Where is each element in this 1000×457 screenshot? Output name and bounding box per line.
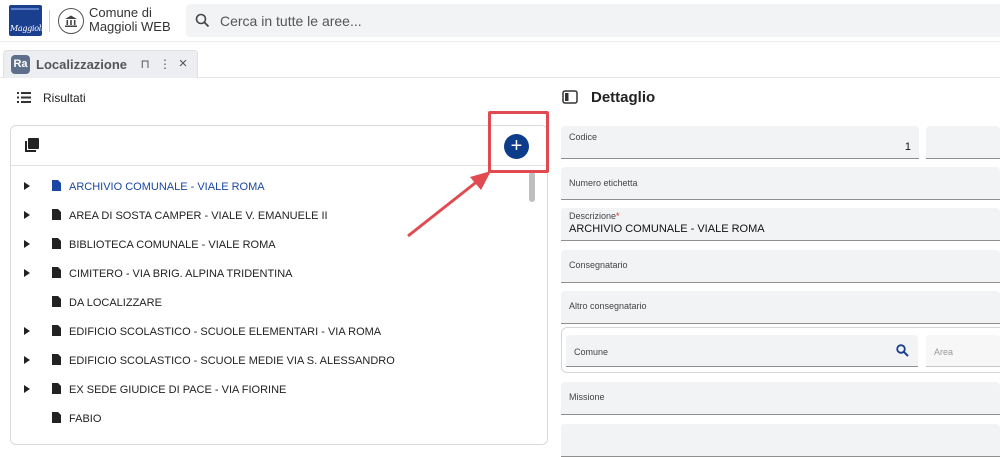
results-toolbar: + [11, 126, 547, 166]
tree-item[interactable]: DA LOCALIZZARE [11, 288, 531, 317]
tree-item[interactable]: EX SEDE GIUDICE DI PACE - VIA FIORINE [11, 375, 531, 404]
tree-item[interactable]: EDIFICIO SCOLASTICO - SCUOLE MEDIE VIA S… [11, 346, 531, 375]
tree-item-label: CIMITERO - VIA BRIG. ALPINA TRIDENTINA [69, 268, 293, 280]
codice-field[interactable]: Codice 1 [561, 126, 919, 159]
descrizione-value: ARCHIVIO COMUNALE - VIALE ROMA [569, 223, 765, 235]
side-panel-icon[interactable] [562, 90, 578, 104]
tab-app-badge: Ra [11, 55, 30, 74]
detail-title: Dettaglio [591, 89, 656, 106]
tree-item-label: FABIO [69, 413, 102, 425]
tree-item[interactable]: FABIO [11, 404, 531, 433]
altro-consegnatario-field[interactable]: Altro consegnatario [561, 291, 1000, 324]
codice-extra-field[interactable] [926, 126, 1000, 159]
comune-label: Comune [574, 347, 609, 357]
tree-item-label: EX SEDE GIUDICE DI PACE - VIA FIORINE [69, 384, 287, 396]
results-header: Risultati [0, 80, 550, 116]
detail-header: Dettaglio [556, 80, 1000, 116]
altro-consegnatario-label: Altro consegnatario [569, 301, 647, 311]
codice-label: Codice [569, 132, 598, 142]
global-search [186, 4, 1000, 37]
tree-item[interactable]: ARCHIVIO COMUNALE - VIALE ROMA [11, 172, 531, 201]
area-field[interactable]: Area [926, 335, 1000, 367]
numero-etichetta-label: Numero etichetta [569, 178, 638, 188]
document-icon [52, 180, 61, 191]
missione-field[interactable]: Missione [561, 382, 1000, 415]
bookmark-icon[interactable]: ⊓ [138, 56, 152, 72]
expand-arrow-icon[interactable] [24, 385, 30, 393]
expand-arrow-icon[interactable] [24, 240, 30, 248]
comune-search-icon[interactable] [896, 344, 909, 357]
codice-value: 1 [904, 141, 911, 153]
tree-item-label: EDIFICIO SCOLASTICO - SCUOLE ELEMENTARI … [69, 326, 382, 338]
missione-label: Missione [569, 392, 605, 402]
document-icon [52, 267, 61, 278]
required-mark: * [616, 211, 620, 221]
logo-text: Maggioli [10, 24, 42, 33]
comune-field[interactable]: Comune [566, 335, 918, 367]
search-icon[interactable] [195, 13, 210, 28]
tab-bar: Ra Localizzazione ⊓ ⋮ × [0, 42, 1000, 78]
institution-icon[interactable] [58, 8, 84, 34]
app-name-line2: Maggioli WEB [89, 19, 171, 34]
numero-etichetta-field[interactable]: Numero etichetta [561, 167, 1000, 200]
logo-stripe [11, 8, 39, 10]
search-input[interactable] [220, 8, 920, 33]
location-tree: ARCHIVIO COMUNALE - VIALE ROMA AREA DI SO… [11, 172, 531, 433]
top-bar: Maggioli Comune di Maggioli WEB [0, 0, 1000, 42]
document-icon [52, 209, 61, 220]
tab-label: Localizzazione [36, 57, 128, 72]
results-panel: + ARCHIVIO COMUNALE - VIALE ROMA AREA DI … [10, 125, 548, 445]
tree-item[interactable]: CIMITERO - VIA BRIG. ALPINA TRIDENTINA [11, 259, 531, 288]
expand-arrow-icon[interactable] [24, 182, 30, 190]
tree-item-label: EDIFICIO SCOLASTICO - SCUOLE MEDIE VIA S… [69, 355, 395, 367]
area-label: Area [934, 347, 954, 357]
document-icon [52, 296, 61, 307]
tree-item[interactable]: AREA DI SOSTA CAMPER - VIALE V. EMANUELE… [11, 201, 531, 230]
maggioli-logo[interactable]: Maggioli [9, 5, 42, 36]
tree-item-label: AREA DI SOSTA CAMPER - VIALE V. EMANUELE… [69, 210, 328, 222]
tree-scrollbar[interactable] [529, 172, 535, 202]
expand-arrow-icon[interactable] [24, 269, 30, 277]
document-icon [52, 412, 61, 423]
document-icon [52, 238, 61, 249]
results-title: Risultati [43, 91, 86, 105]
close-tab-icon[interactable]: × [176, 56, 190, 72]
highlight-box [488, 111, 549, 173]
document-icon [52, 325, 61, 336]
document-icon [52, 383, 61, 394]
descrizione-label: Descrizione* [569, 211, 620, 221]
list-icon[interactable] [17, 92, 31, 103]
descrizione-field[interactable]: Descrizione* ARCHIVIO COMUNALE - VIALE R… [561, 208, 1000, 241]
app-name-line1: Comune di [89, 5, 152, 20]
next-field[interactable] [561, 424, 1000, 457]
header-divider [49, 10, 50, 32]
consegnatario-field[interactable]: Consegnatario [561, 250, 1000, 283]
expand-arrow-icon[interactable] [24, 327, 30, 335]
tab-menu-icon[interactable]: ⋮ [158, 56, 172, 72]
expand-arrow-icon[interactable] [24, 211, 30, 219]
tree-item-label: DA LOCALIZZARE [69, 297, 162, 309]
document-icon [52, 354, 61, 365]
descrizione-label-text: Descrizione [569, 211, 617, 221]
tab-localizzazione[interactable]: Ra Localizzazione ⊓ ⋮ × [3, 50, 198, 78]
expand-arrow-icon[interactable] [24, 356, 30, 364]
tree-item-label: BIBLIOTECA COMUNALE - VIALE ROMA [69, 239, 276, 251]
tree-item-label: ARCHIVIO COMUNALE - VIALE ROMA [69, 181, 265, 193]
app-name: Comune di Maggioli WEB [89, 6, 171, 34]
consegnatario-label: Consegnatario [569, 260, 628, 270]
tree-item[interactable]: BIBLIOTECA COMUNALE - VIALE ROMA [11, 230, 531, 259]
tree-item[interactable]: EDIFICIO SCOLASTICO - SCUOLE ELEMENTARI … [11, 317, 531, 346]
copy-icon[interactable] [25, 138, 39, 152]
